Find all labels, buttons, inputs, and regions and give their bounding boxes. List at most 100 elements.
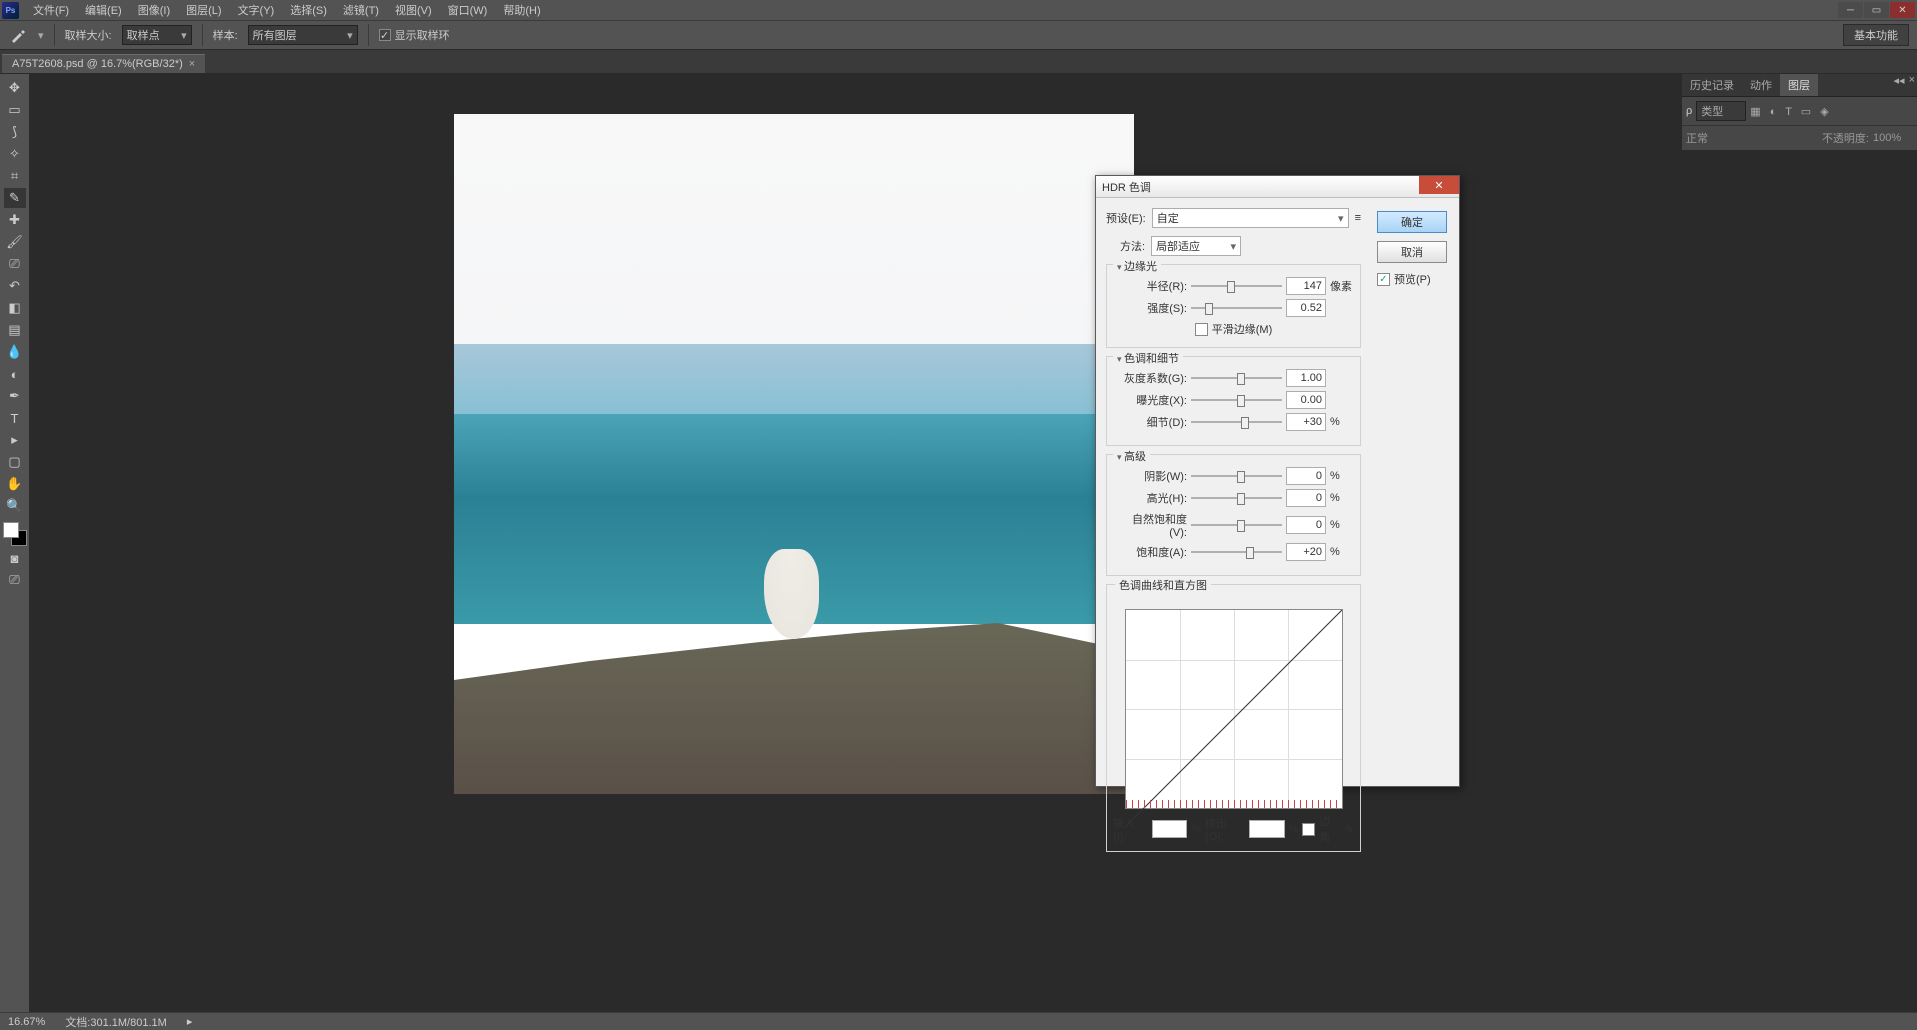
menu-filter[interactable]: 滤镜(T) <box>335 0 387 20</box>
edge-glow-group: 边缘光 半径(R): 147 像素 强度(S): 0.52 平滑边缘(M) <box>1106 264 1361 348</box>
strength-input[interactable]: 0.52 <box>1286 299 1326 317</box>
menu-view[interactable]: 视图(V) <box>387 0 440 20</box>
group-legend[interactable]: 边缘光 <box>1113 258 1161 274</box>
menu-edit[interactable]: 编辑(E) <box>77 0 130 20</box>
dialog-close-button[interactable]: ✕ <box>1419 176 1459 194</box>
saturation-input[interactable]: +20 <box>1286 543 1326 561</box>
vibrance-input[interactable]: 0 <box>1286 516 1326 534</box>
blend-mode-dropdown[interactable]: 正常 <box>1686 130 1708 146</box>
eraser-tool[interactable]: ◧ <box>4 298 26 318</box>
canvas-area[interactable] <box>30 74 1917 1012</box>
marquee-tool[interactable]: ▭ <box>4 100 26 120</box>
preset-dropdown[interactable]: 自定 <box>1152 208 1349 228</box>
brush-tool[interactable]: 🖌 <box>4 232 26 252</box>
zoom-level[interactable]: 16.67% <box>8 1016 45 1028</box>
window-minimize-button[interactable]: ─ <box>1838 2 1863 18</box>
sample-dropdown[interactable]: 所有图层 <box>248 25 358 45</box>
dodge-tool[interactable]: ◐ <box>4 364 26 384</box>
shadow-input[interactable]: 0 <box>1286 467 1326 485</box>
strength-slider[interactable] <box>1191 301 1282 315</box>
menu-layer[interactable]: 图层(L) <box>178 0 229 20</box>
chevron-down-icon[interactable]: ▾ <box>38 29 44 42</box>
smooth-edges-checkbox[interactable]: 平滑边缘(M) <box>1115 321 1352 337</box>
menu-window[interactable]: 窗口(W) <box>440 0 496 20</box>
opacity-field[interactable]: 100% <box>1873 132 1913 144</box>
highlight-slider[interactable] <box>1191 491 1282 505</box>
history-brush-tool[interactable]: ↶ <box>4 276 26 296</box>
document-info[interactable]: 文档:301.1M/801.1M <box>65 1014 167 1030</box>
menu-image[interactable]: 图像(I) <box>130 0 178 20</box>
foreground-color-swatch[interactable] <box>3 522 19 538</box>
dialog-title-bar[interactable]: HDR 色调 ✕ <box>1096 176 1459 198</box>
gradient-tool[interactable]: ▤ <box>4 320 26 340</box>
detail-slider[interactable] <box>1191 415 1282 429</box>
toolbox: ✥ ▭ ⟆ ✧ ⌗ ✎ ✚ 🖌 ⎚ ↶ ◧ ▤ 💧 ◐ ✒ T ▸ ▢ ✋ 🔍 … <box>0 74 30 1012</box>
sample-size-dropdown[interactable]: 取样点 <box>122 25 192 45</box>
image-content <box>454 114 1134 344</box>
vibrance-label: 自然饱和度(V): <box>1115 511 1187 539</box>
show-sampling-ring-checkbox[interactable]: ✓ 显示取样环 <box>379 27 450 43</box>
lasso-tool[interactable]: ⟆ <box>4 122 26 142</box>
hand-tool[interactable]: ✋ <box>4 474 26 494</box>
screen-mode-tool[interactable]: ⎚ <box>4 570 26 590</box>
saturation-slider[interactable] <box>1191 545 1282 559</box>
check-icon: ✓ <box>379 29 391 41</box>
window-maximize-button[interactable]: ▭ <box>1864 2 1889 18</box>
preview-checkbox[interactable]: 预览(P) <box>1377 271 1449 287</box>
blur-tool[interactable]: 💧 <box>4 342 26 362</box>
path-select-tool[interactable]: ▸ <box>4 430 26 450</box>
tab-history[interactable]: 历史记录 <box>1682 74 1742 96</box>
gamma-slider[interactable] <box>1191 371 1282 385</box>
group-legend[interactable]: 色调曲线和直方图 <box>1115 577 1211 593</box>
group-legend[interactable]: 色调和细节 <box>1113 350 1183 366</box>
group-legend[interactable]: 高级 <box>1113 448 1150 464</box>
eyedropper-tool[interactable]: ✎ <box>4 188 26 208</box>
panel-collapse-icon[interactable]: ◂◂ <box>1894 74 1905 87</box>
quick-mask-tool[interactable]: ◙ <box>4 548 26 568</box>
window-close-button[interactable]: ✕ <box>1890 2 1915 18</box>
preset-menu-icon[interactable]: ≡ <box>1355 212 1361 224</box>
chevron-right-icon[interactable]: ▸ <box>187 1015 193 1028</box>
gamma-input[interactable]: 1.00 <box>1286 369 1326 387</box>
pen-tool[interactable]: ✒ <box>4 386 26 406</box>
method-dropdown[interactable]: 局部适应 <box>1151 236 1241 256</box>
spot-heal-tool[interactable]: ✚ <box>4 210 26 230</box>
document-tab[interactable]: A75T2608.psd @ 16.7%(RGB/32*) × <box>2 54 205 73</box>
radius-slider[interactable] <box>1191 279 1282 293</box>
method-label: 方法: <box>1120 238 1145 254</box>
dialog-title: HDR 色调 <box>1102 179 1151 195</box>
panel-tabs: 历史记录 动作 图层 <box>1682 74 1917 97</box>
menu-file[interactable]: 文件(F) <box>25 0 77 20</box>
rectangle-tool[interactable]: ▢ <box>4 452 26 472</box>
exposure-slider[interactable] <box>1191 393 1282 407</box>
vibrance-slider[interactable] <box>1191 518 1282 532</box>
exposure-input[interactable]: 0.00 <box>1286 391 1326 409</box>
panel-close-icon[interactable]: × <box>1909 74 1915 87</box>
close-icon[interactable]: × <box>189 58 195 70</box>
menu-type[interactable]: 文字(Y) <box>230 0 283 20</box>
ok-button[interactable]: 确定 <box>1377 211 1447 233</box>
magic-wand-tool[interactable]: ✧ <box>4 144 26 164</box>
radius-input[interactable]: 147 <box>1286 277 1326 295</box>
tab-actions[interactable]: 动作 <box>1742 74 1780 96</box>
layer-filter-type[interactable]: 类型 <box>1696 101 1746 121</box>
menu-select[interactable]: 选择(S) <box>282 0 335 20</box>
tab-layers[interactable]: 图层 <box>1780 74 1818 96</box>
shadow-slider[interactable] <box>1191 469 1282 483</box>
opacity-label: 不透明度: <box>1822 130 1869 146</box>
document-canvas[interactable] <box>454 114 1134 794</box>
cancel-button[interactable]: 取消 <box>1377 241 1447 263</box>
color-swatches[interactable] <box>3 522 27 546</box>
curve-pencil-icon[interactable]: ✎ <box>1345 823 1354 836</box>
workspace-switcher[interactable]: 基本功能 <box>1843 24 1909 46</box>
tone-curve[interactable] <box>1125 609 1343 809</box>
highlight-input[interactable]: 0 <box>1286 489 1326 507</box>
crop-tool[interactable]: ⌗ <box>4 166 26 186</box>
layer-filter-icons[interactable]: ▦ ◐ T ▭ ◈ <box>1750 105 1831 118</box>
type-tool[interactable]: T <box>4 408 26 428</box>
detail-input[interactable]: +30 <box>1286 413 1326 431</box>
zoom-tool[interactable]: 🔍 <box>4 496 26 516</box>
menu-help[interactable]: 帮助(H) <box>495 0 548 20</box>
move-tool[interactable]: ✥ <box>4 78 26 98</box>
clone-stamp-tool[interactable]: ⎚ <box>4 254 26 274</box>
